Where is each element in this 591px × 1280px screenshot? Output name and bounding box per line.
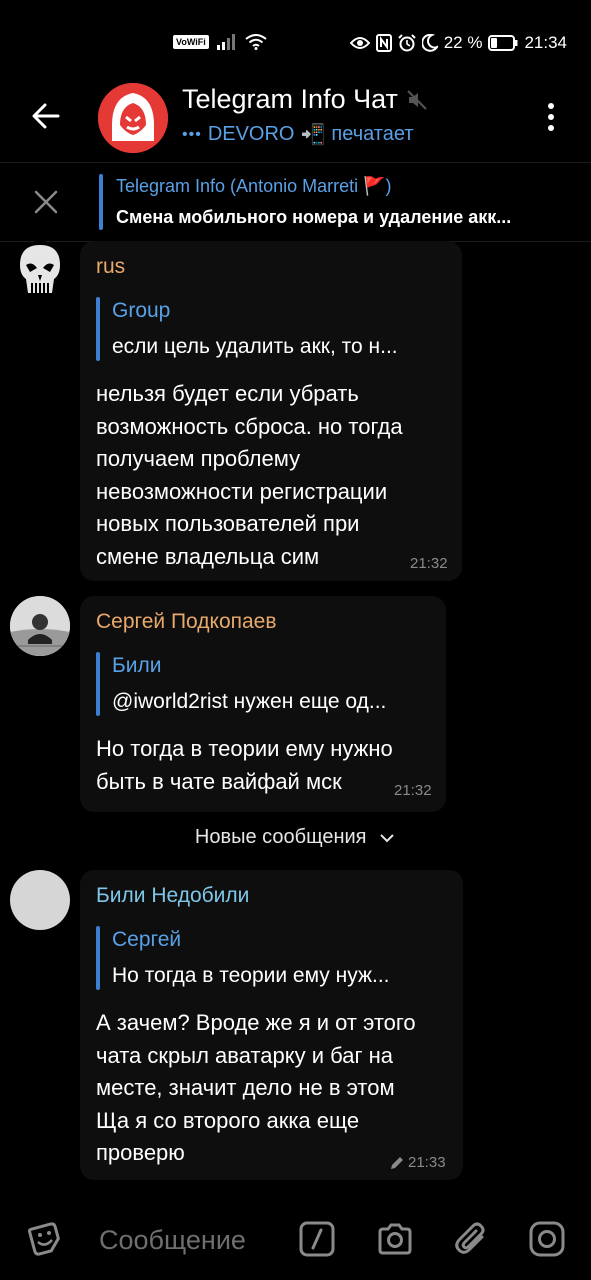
battery-percent: 22 %: [443, 33, 483, 52]
avatar[interactable]: [10, 870, 70, 930]
chat-avatar[interactable]: [98, 83, 168, 153]
typing-user: DEVORO: [207, 123, 295, 145]
message-author[interactable]: rus: [96, 255, 125, 279]
signal-icon: [216, 34, 235, 50]
new-messages-label: Новые сообщения: [194, 826, 367, 849]
typing-dots-icon: •••: [182, 125, 202, 143]
muted-icon: [407, 89, 427, 110]
more-vert-icon[interactable]: [541, 102, 561, 132]
pinned-accent-bar: [99, 174, 103, 230]
nfc-icon: [375, 34, 392, 52]
pinned-title: Telegram Info (Antonio Marreti 🚩): [116, 176, 392, 196]
avatar[interactable]: [10, 241, 70, 301]
message-time: 21:33: [390, 1154, 446, 1171]
attach-icon[interactable]: [452, 1220, 490, 1258]
edited-pencil-icon: [391, 1156, 403, 1169]
pinned-message-bar[interactable]: Telegram Info (Antonio Marreti 🚩) Смена …: [0, 163, 591, 242]
message-time: 21:32: [394, 782, 432, 799]
typing-status: ••• DEVORO 📲 печатает: [182, 122, 413, 147]
vowifi-badge: VoWiFi: [173, 35, 209, 49]
message-input-bar: Сообщение: [0, 1200, 591, 1280]
alarm-icon: [397, 34, 416, 52]
avatar[interactable]: [10, 596, 70, 656]
reply-text[interactable]: @iworld2rist нужен еще од...: [112, 690, 432, 714]
message-input[interactable]: Сообщение: [99, 1225, 246, 1256]
slash-command-icon[interactable]: [298, 1220, 336, 1258]
reply-text[interactable]: если цель удалить акк, то н...: [112, 335, 452, 359]
reply-author[interactable]: Били: [112, 654, 162, 678]
moon-icon: [421, 34, 438, 52]
reply-accent-bar: [96, 652, 100, 716]
wifi-icon: [245, 34, 267, 50]
reply-author[interactable]: Group: [112, 299, 170, 323]
close-icon[interactable]: [33, 189, 59, 215]
battery-icon: [488, 35, 518, 51]
chat-title-text: Telegram Info Чат: [182, 84, 398, 114]
message-text: А зачем? Вроде же я и от этого чата скры…: [96, 1010, 416, 1165]
message-bubble[interactable]: rus Group если цель удалить акк, то н...…: [80, 241, 462, 581]
new-messages-divider[interactable]: Новые сообщения: [0, 826, 591, 849]
reply-accent-bar: [96, 297, 100, 361]
instagram-icon[interactable]: [528, 1220, 566, 1258]
message-text: Но тогда в теории ему нужно быть в чате …: [96, 736, 393, 794]
sticker-icon[interactable]: [26, 1220, 64, 1258]
back-arrow-icon[interactable]: [30, 100, 62, 132]
message-bubble[interactable]: Били Недобили Сергей Но тогда в теории е…: [80, 870, 463, 1180]
punisher-skull-icon: [10, 241, 70, 301]
assassin-logo-icon: [98, 83, 168, 153]
message-time-text: 21:32: [394, 782, 432, 799]
typing-action: печатает: [331, 123, 414, 145]
message-author[interactable]: Сергей Подкопаев: [96, 610, 277, 634]
photo-avatar-icon: [10, 596, 70, 656]
message-item[interactable]: Сергей Подкопаев Били @iworld2rist нужен…: [0, 596, 591, 812]
status-bar: VoWiFi 22 % 21:34: [0, 0, 591, 80]
chat-header: Telegram Info Чат ••• DEVORO 📲 печатает: [0, 80, 591, 163]
status-time: 21:34: [524, 33, 567, 52]
chevron-down-icon: [380, 834, 394, 843]
status-left: VoWiFi: [173, 34, 267, 50]
eye-icon: [349, 37, 370, 49]
message-time: 21:32: [410, 555, 448, 572]
message-text: нельзя будет если убрать возможность сбр…: [96, 381, 403, 569]
camera-icon[interactable]: [376, 1220, 414, 1258]
message-author[interactable]: Били Недобили: [96, 884, 249, 908]
message-input-placeholder: Сообщение: [99, 1225, 246, 1255]
message-item[interactable]: Били Недобили Сергей Но тогда в теории е…: [0, 870, 591, 1180]
chat-title[interactable]: Telegram Info Чат: [182, 84, 428, 115]
reply-text[interactable]: Но тогда в теории ему нуж...: [112, 964, 442, 988]
reply-accent-bar: [96, 926, 100, 990]
status-right: 22 % 21:34: [349, 33, 567, 53]
reply-author[interactable]: Сергей: [112, 928, 181, 952]
message-item[interactable]: rus Group если цель удалить акк, то н...…: [0, 241, 591, 581]
message-time-text: 21:32: [410, 555, 448, 572]
pinned-text: Смена мобильного номера и удаление акк..…: [116, 207, 512, 227]
typing-emoji: 📲: [300, 124, 326, 146]
message-time-text: 21:33: [408, 1154, 446, 1171]
message-bubble[interactable]: Сергей Подкопаев Били @iworld2rist нужен…: [80, 596, 446, 812]
